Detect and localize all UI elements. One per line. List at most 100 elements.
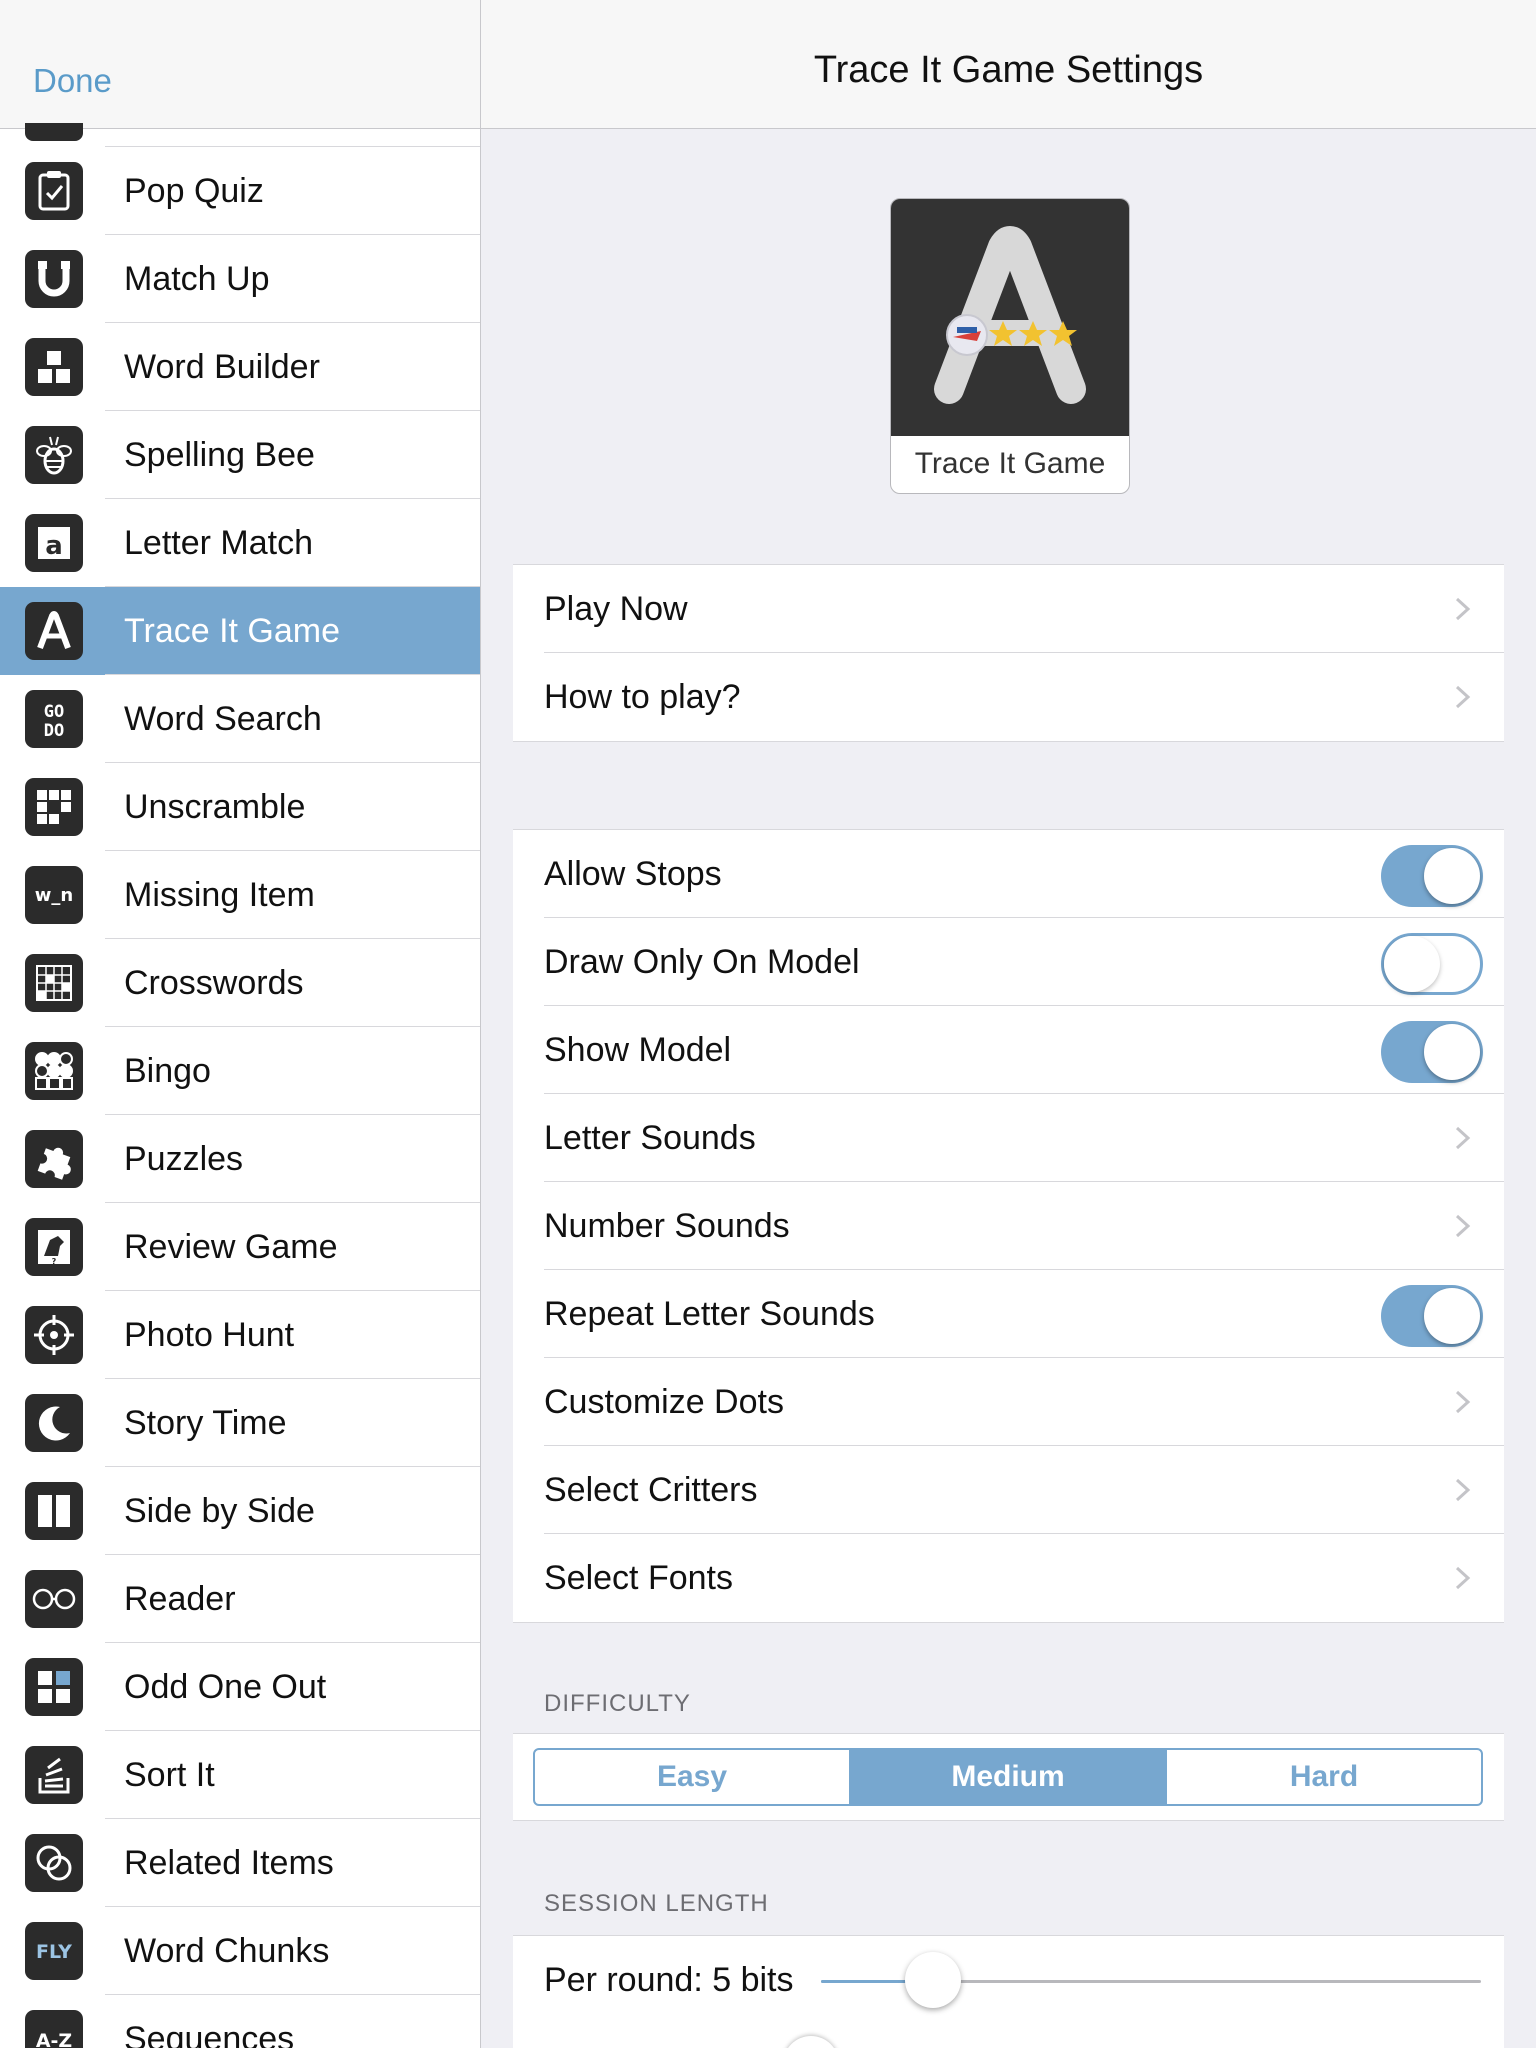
sidebar-item-label: Match Up — [124, 260, 270, 298]
difficulty-medium-segment[interactable]: Medium — [851, 1750, 1167, 1804]
action-row-play-now[interactable]: Play Now — [513, 565, 1504, 653]
sidebar-item-label: Crosswords — [124, 964, 304, 1002]
clipboard-check-icon — [25, 162, 83, 220]
done-button[interactable]: Done — [33, 62, 112, 100]
sidebar-item-word-builder[interactable]: Word Builder — [0, 323, 480, 411]
sidebar: Done Pop Quiz Match Up Word Builder Spellin… — [0, 0, 481, 2048]
toggle-knob — [1424, 848, 1480, 904]
settings-header: Trace It Game Settings — [481, 0, 1536, 129]
sidebar-item-sequences[interactable]: A-Z Sequences — [0, 1995, 480, 2048]
difficulty-row: Easy Medium Hard — [513, 1733, 1504, 1821]
sidebar-item-sort-it[interactable]: Sort It — [0, 1731, 480, 1819]
row-label: Allow Stops — [544, 855, 722, 893]
sidebar-item-word-chunks[interactable]: FLY Word Chunks — [0, 1907, 480, 1995]
sidebar-item-label: Trace It Game — [124, 612, 341, 650]
row-label: Draw Only On Model — [544, 943, 860, 981]
session-length-slider-thumb[interactable] — [905, 1952, 962, 2008]
row-label: Play Now — [544, 590, 688, 628]
game-tile[interactable]: Trace It Game — [890, 198, 1130, 494]
option-row-repeat-letter-sounds: Repeat Letter Sounds — [513, 1270, 1504, 1358]
difficulty-segmented-control: Easy Medium Hard — [533, 1748, 1483, 1806]
option-row-letter-sounds[interactable]: Letter Sounds — [513, 1094, 1504, 1182]
sidebar-item-label: Pop Quiz — [124, 172, 264, 210]
sidebar-item-related-items[interactable]: Related Items — [0, 1819, 480, 1907]
repeat-letter-sounds-toggle[interactable] — [1381, 1285, 1483, 1347]
svg-text:A-Z: A-Z — [36, 2030, 72, 2048]
sidebar-item-label: Sort It — [124, 1756, 215, 1794]
linked-circles-icon — [25, 1834, 83, 1892]
sidebar-item-unscramble[interactable]: Unscramble — [0, 763, 480, 851]
allow-stops-toggle[interactable] — [1381, 845, 1483, 907]
glasses-icon — [25, 1570, 83, 1628]
svg-text:?: ? — [52, 1257, 57, 1266]
option-row-number-sounds[interactable]: Number Sounds — [513, 1182, 1504, 1270]
option-row-customize-dots[interactable]: Customize Dots — [513, 1358, 1504, 1446]
row-label: Select Critters — [544, 1471, 758, 1509]
sidebar-item-photo-hunt[interactable]: Photo Hunt — [0, 1291, 480, 1379]
chevron-right-icon — [1454, 1478, 1472, 1502]
sidebar-item-letter-match[interactable]: a Letter Match — [0, 499, 480, 587]
second-slider-thumb-partial[interactable] — [783, 2036, 839, 2048]
a-z-icon: A-Z — [25, 2010, 83, 2048]
sidebar-item-pop-quiz[interactable]: Pop Quiz — [0, 147, 480, 235]
options-group: Allow Stops Draw Only On Model Show Model L… — [513, 829, 1504, 1623]
fly-text-icon: FLY — [25, 1922, 83, 1980]
sidebar-list: Pop Quiz Match Up Word Builder Spelling Bee… — [0, 123, 480, 2048]
puzzle-piece-icon — [25, 1130, 83, 1188]
per-round-label: Per round: 5 bits — [544, 1961, 794, 1999]
chevron-right-icon — [1454, 685, 1472, 709]
option-row-select-critters[interactable]: Select Critters — [513, 1446, 1504, 1534]
difficulty-hard-segment[interactable]: Hard — [1167, 1750, 1481, 1804]
row-label: Repeat Letter Sounds — [544, 1295, 875, 1333]
crossword-grid-icon — [25, 954, 83, 1012]
sidebar-item-label: Puzzles — [124, 1140, 244, 1178]
sidebar-item-label: Related Items — [124, 1844, 334, 1882]
sidebar-item-label: Side by Side — [124, 1492, 315, 1530]
sidebar-item-partial — [25, 123, 480, 147]
svg-text:FLY: FLY — [36, 1941, 72, 1963]
draw-only-on-model-toggle[interactable] — [1381, 933, 1483, 995]
session-length-row: Per round: 5 bits — [513, 1935, 1504, 2048]
action-row-how-to-play[interactable]: How to play? — [513, 653, 1504, 741]
actions-group: Play Now How to play? — [513, 564, 1504, 742]
w-blank-n-icon: w_n — [25, 866, 83, 924]
sidebar-item-label: Letter Match — [124, 524, 313, 562]
game-tile-caption: Trace It Game — [914, 447, 1106, 480]
svg-text:DO: DO — [44, 721, 64, 741]
sidebar-item-reader[interactable]: Reader — [0, 1555, 480, 1643]
sidebar-item-trace-it-game[interactable]: Trace It Game — [0, 587, 480, 675]
blocks-icon — [25, 338, 83, 396]
settings-panel: Trace It Game Settings Trace It Game Pla… — [481, 0, 1536, 2048]
toggle-knob — [1424, 1288, 1480, 1344]
svg-text:a: a — [45, 531, 63, 561]
sidebar-item-match-up[interactable]: Match Up — [0, 235, 480, 323]
sidebar-item-missing-item[interactable]: w_n Missing Item — [0, 851, 480, 939]
sidebar-item-story-time[interactable]: Story Time — [0, 1379, 480, 1467]
partial-icon — [25, 123, 83, 141]
trace-a-art-icon — [934, 226, 1086, 404]
sidebar-item-label: Bingo — [124, 1052, 211, 1090]
option-row-select-fonts[interactable]: Select Fonts — [513, 1534, 1504, 1622]
chevron-right-icon — [1454, 1390, 1472, 1414]
sidebar-item-spelling-bee[interactable]: Spelling Bee — [0, 411, 480, 499]
sidebar-item-label: Photo Hunt — [124, 1316, 295, 1354]
difficulty-easy-segment[interactable]: Easy — [535, 1750, 851, 1804]
row-label: Customize Dots — [544, 1383, 784, 1421]
sidebar-item-crosswords[interactable]: Crosswords — [0, 939, 480, 1027]
sidebar-item-label: Reader — [124, 1580, 236, 1618]
chevron-right-icon — [1454, 1214, 1472, 1238]
sidebar-item-label: Sequences — [124, 2020, 295, 2048]
sidebar-item-side-by-side[interactable]: Side by Side — [0, 1467, 480, 1555]
sidebar-item-bingo[interactable]: Bingo — [0, 1027, 480, 1115]
sidebar-item-label: Word Chunks — [124, 1932, 330, 1970]
sidebar-item-puzzles[interactable]: Puzzles — [0, 1115, 480, 1203]
two-columns-icon — [25, 1482, 83, 1540]
show-model-toggle[interactable] — [1381, 1021, 1483, 1083]
row-label: Select Fonts — [544, 1559, 733, 1597]
option-row-allow-stops: Allow Stops — [513, 830, 1504, 918]
row-label: Number Sounds — [544, 1207, 790, 1245]
sidebar-item-word-search[interactable]: GO DO Word Search — [0, 675, 480, 763]
sidebar-item-label: Missing Item — [124, 876, 315, 914]
sidebar-item-review-game[interactable]: ? Review Game — [0, 1203, 480, 1291]
sidebar-item-odd-one-out[interactable]: Odd One Out — [0, 1643, 480, 1731]
